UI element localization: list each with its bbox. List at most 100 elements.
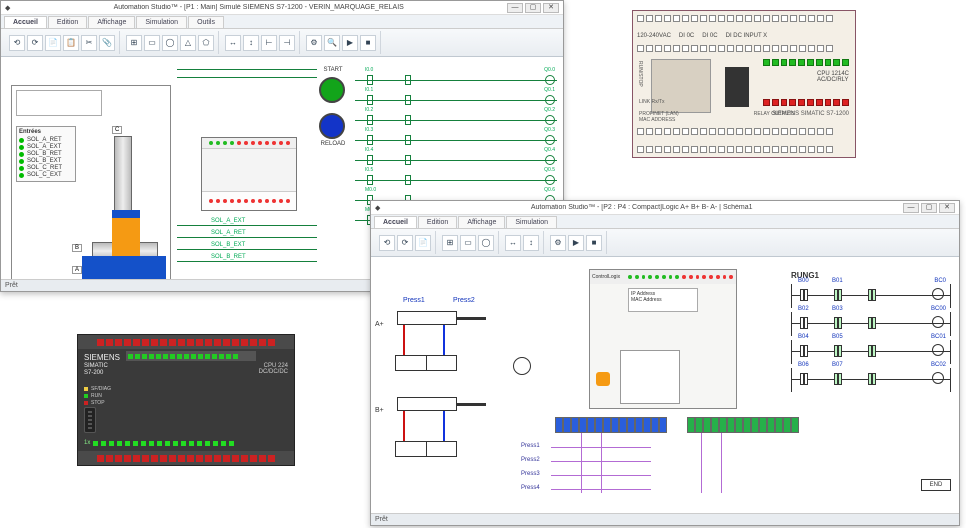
ribbon-button[interactable]: ⊞ xyxy=(126,35,142,51)
cylinder-a-symbol[interactable] xyxy=(397,311,457,325)
terminal[interactable] xyxy=(775,417,783,433)
titlebar-2[interactable]: ◆ Automation Studio™ - [P2 : P4 : Compac… xyxy=(371,201,959,215)
ribbon-tab[interactable]: Outils xyxy=(188,16,224,28)
ribbon-button[interactable]: ↕ xyxy=(523,235,539,251)
terminal[interactable] xyxy=(635,417,643,433)
led-icon xyxy=(265,199,269,203)
ribbon-button[interactable]: 📄 xyxy=(415,235,431,251)
terminal[interactable] xyxy=(719,417,727,433)
ribbon-button[interactable]: ▶ xyxy=(568,235,584,251)
ribbon-tab[interactable]: Accueil xyxy=(374,216,417,228)
terminal[interactable] xyxy=(563,417,571,433)
plc-module[interactable]: ControlLogix IP Address MAC Address xyxy=(589,269,737,409)
terminal[interactable] xyxy=(643,417,651,433)
terminal[interactable] xyxy=(703,417,711,433)
terminal[interactable] xyxy=(759,417,767,433)
terminal[interactable] xyxy=(571,417,579,433)
maximize-button[interactable]: ▢ xyxy=(525,3,541,13)
ribbon-button[interactable]: ▭ xyxy=(144,35,160,51)
ribbon-button[interactable]: ◯ xyxy=(162,35,178,51)
valve-a-symbol[interactable] xyxy=(395,355,457,371)
ribbon-button[interactable]: ⚙ xyxy=(550,235,566,251)
ribbon-tab[interactable]: Simulation xyxy=(506,216,557,228)
ribbon-tab[interactable]: Simulation xyxy=(136,16,187,28)
ribbon-button[interactable]: ⊣ xyxy=(279,35,295,51)
ribbon-button[interactable]: ⟳ xyxy=(397,235,413,251)
led-icon xyxy=(230,199,234,203)
ribbon-button[interactable]: ↔ xyxy=(225,35,241,51)
terminal[interactable] xyxy=(727,417,735,433)
canvas-2[interactable]: Press1 Press2 A+ B+ ControlLogix IP Addr… xyxy=(371,257,959,513)
ribbon-button[interactable]: ✂ xyxy=(81,35,97,51)
ribbon-button[interactable]: ↕ xyxy=(243,35,259,51)
close-button[interactable]: ✕ xyxy=(939,203,955,213)
close-button[interactable]: ✕ xyxy=(543,3,559,13)
ribbon-button[interactable]: ▶ xyxy=(342,35,358,51)
reload-button[interactable] xyxy=(319,113,345,139)
ladder-rung[interactable]: B00B01BC0 xyxy=(791,284,951,308)
terminal-strip-green[interactable] xyxy=(687,417,799,433)
terminal[interactable] xyxy=(579,417,587,433)
terminal[interactable] xyxy=(743,417,751,433)
ladder-rung[interactable]: I0.1Q0.1 xyxy=(355,93,557,107)
terminal[interactable] xyxy=(659,417,667,433)
terminal[interactable] xyxy=(651,417,659,433)
titlebar-1[interactable]: ◆ Automation Studio™ - [P1 : Main] Simul… xyxy=(1,1,563,15)
terminal[interactable] xyxy=(619,417,627,433)
terminal[interactable] xyxy=(687,417,695,433)
ribbon-button[interactable]: △ xyxy=(180,35,196,51)
terminal[interactable] xyxy=(595,417,603,433)
ribbon-tab[interactable]: Affichage xyxy=(88,16,135,28)
contact-icon xyxy=(367,135,373,145)
ladder-rung[interactable]: I0.4Q0.4 xyxy=(355,153,557,167)
terminal[interactable] xyxy=(767,417,775,433)
ladder-rung[interactable]: I0.0Q0.0 xyxy=(355,73,557,87)
ribbon-button[interactable]: ◯ xyxy=(478,235,494,251)
ribbon-button[interactable]: 📋 xyxy=(63,35,79,51)
ribbon-button[interactable]: ⬠ xyxy=(198,35,214,51)
ribbon-button[interactable]: ⊞ xyxy=(442,235,458,251)
valve-b-symbol[interactable] xyxy=(395,441,457,457)
ribbon-button[interactable]: ▭ xyxy=(460,235,476,251)
terminal[interactable] xyxy=(783,417,791,433)
ribbon-button[interactable]: 📎 xyxy=(99,35,115,51)
terminal[interactable] xyxy=(751,417,759,433)
minimize-button[interactable]: — xyxy=(903,203,919,213)
cylinder-b-symbol[interactable] xyxy=(397,397,457,411)
terminal-strip-blue[interactable] xyxy=(555,417,667,433)
ribbon-tab[interactable]: Edition xyxy=(48,16,87,28)
terminal[interactable] xyxy=(711,417,719,433)
terminal[interactable] xyxy=(627,417,635,433)
ribbon-button[interactable]: ⚙ xyxy=(306,35,322,51)
ribbon-button[interactable]: ⟲ xyxy=(379,235,395,251)
ladder-rung[interactable]: B04B05BC01 xyxy=(791,340,951,364)
ribbon-button[interactable]: ■ xyxy=(360,35,376,51)
ribbon-button[interactable]: 📄 xyxy=(45,35,61,51)
ribbon-tab[interactable]: Edition xyxy=(418,216,457,228)
maximize-button[interactable]: ▢ xyxy=(921,203,937,213)
terminal[interactable] xyxy=(603,417,611,433)
terminal[interactable] xyxy=(735,417,743,433)
ribbon-button[interactable]: ⟳ xyxy=(27,35,43,51)
ribbon-button[interactable]: 🔍 xyxy=(324,35,340,51)
plc-component[interactable] xyxy=(201,137,297,211)
ladder-rung[interactable]: I0.3Q0.3 xyxy=(355,133,557,147)
ribbon-button[interactable]: ↔ xyxy=(505,235,521,251)
terminal[interactable] xyxy=(611,417,619,433)
ribbon-button[interactable]: ■ xyxy=(586,235,602,251)
ribbon-button[interactable]: ⊢ xyxy=(261,35,277,51)
ladder-rung[interactable]: B06B07BC02 xyxy=(791,368,951,392)
led-icon xyxy=(716,275,720,279)
ladder-rung[interactable]: I0.5Q0.5 xyxy=(355,173,557,187)
ribbon-button[interactable]: ⟲ xyxy=(9,35,25,51)
terminal[interactable] xyxy=(695,417,703,433)
minimize-button[interactable]: — xyxy=(507,3,523,13)
ribbon-tab[interactable]: Affichage xyxy=(458,216,505,228)
terminal[interactable] xyxy=(587,417,595,433)
terminal[interactable] xyxy=(555,417,563,433)
ladder-rung[interactable]: B02B03BC00 xyxy=(791,312,951,336)
ladder-rung[interactable]: I0.2Q0.2 xyxy=(355,113,557,127)
ribbon-tab[interactable]: Accueil xyxy=(4,16,47,28)
selector-knob[interactable] xyxy=(596,372,610,386)
start-button[interactable] xyxy=(319,77,345,103)
